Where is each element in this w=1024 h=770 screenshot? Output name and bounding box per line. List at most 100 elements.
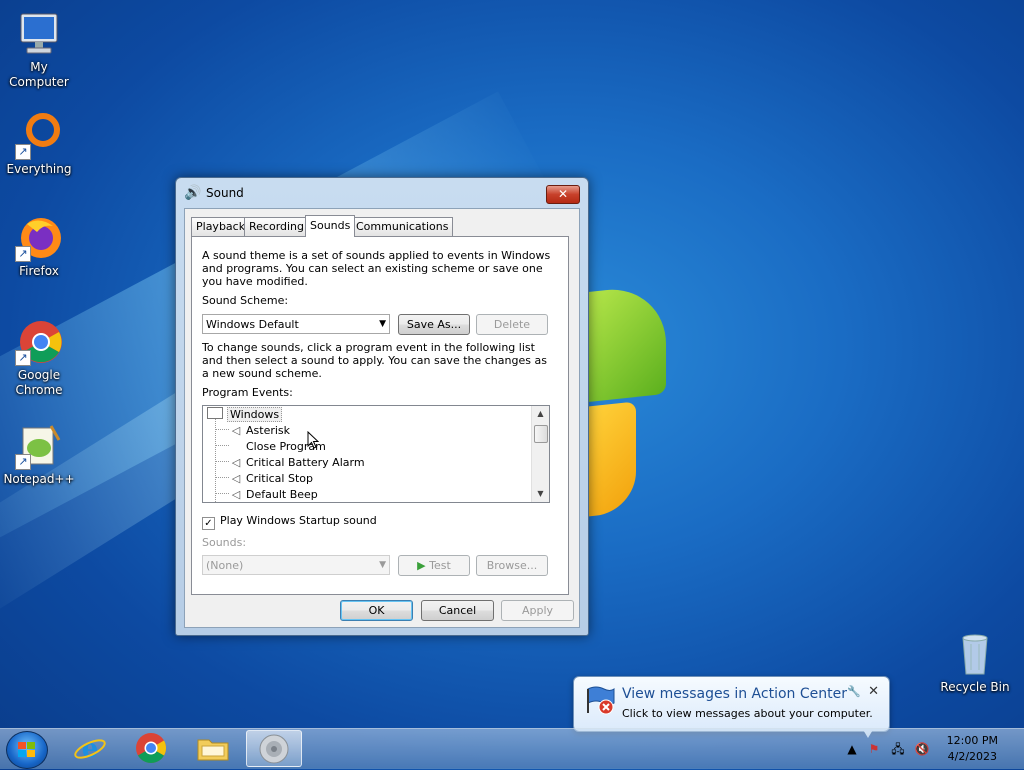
dialog-body: Playback Recording Sounds Communications… (184, 208, 580, 628)
volume-muted-icon[interactable]: 🔇 (914, 741, 930, 757)
sound-scheme-label: Sound Scheme: (202, 294, 289, 307)
save-as-button[interactable]: Save As... (398, 314, 470, 335)
notepad-plus-plus-icon: ↗ (15, 422, 63, 470)
ok-button[interactable]: OK (340, 600, 413, 621)
desktop-icon-label: Google Chrome (15, 368, 63, 397)
startup-sound-checkbox[interactable]: ✓ Play Windows Startup sound (202, 514, 377, 530)
taskbar-google-chrome[interactable] (123, 730, 179, 767)
desktop-icon-label: Firefox (19, 264, 59, 278)
program-events-list[interactable]: Windows ◁ Asterisk Close Program ◁ Critica… (202, 405, 550, 503)
event-item-label: Asterisk (246, 424, 291, 437)
show-hidden-icons-arrow[interactable]: ▲ (844, 741, 860, 757)
cancel-button[interactable]: Cancel (421, 600, 494, 621)
dropdown-arrow-icon: ▼ (379, 560, 386, 570)
folder-icon (197, 739, 229, 761)
start-button[interactable] (6, 731, 48, 769)
speaker-icon: 🔊 (184, 185, 202, 201)
scroll-down-arrow-icon[interactable]: ▼ (532, 486, 549, 502)
recycle-bin-icon (951, 630, 999, 678)
checkmark-icon: ✓ (202, 517, 215, 530)
desktop-icon-recycle-bin[interactable]: Recycle Bin (936, 630, 1014, 695)
wallpaper-logo-green (586, 283, 666, 403)
tab-sounds[interactable]: Sounds (305, 215, 356, 237)
event-item-label: Default Beep (246, 488, 318, 501)
tab-communications[interactable]: Communications (351, 217, 454, 236)
taskbar-sound[interactable] (246, 730, 302, 767)
windows-logo-icon (18, 742, 36, 758)
speaker-icon: ◁ (231, 424, 241, 437)
scroll-up-arrow-icon[interactable]: ▲ (532, 406, 549, 422)
clock[interactable]: 12:00 PM 4/2/2023 (947, 733, 998, 765)
desktop-icon-label: Notepad++ (3, 472, 75, 486)
firefox-icon: ↗ (15, 214, 63, 262)
action-center-flag-icon (584, 685, 616, 715)
sounds-label: Sounds: (202, 536, 247, 549)
clock-time: 12:00 PM (946, 734, 998, 747)
dropdown-arrow-icon: ▼ (379, 319, 386, 329)
clock-date: 4/2/2023 (947, 750, 998, 763)
sounds-tab-panel: A sound theme is a set of sounds applied… (191, 236, 569, 595)
sounds-value: (None) (206, 559, 244, 572)
desktop-icon-my-computer[interactable]: My Computer (0, 10, 78, 90)
event-group-label: Windows (227, 407, 283, 422)
desktop-icon-label: Everything (6, 162, 72, 176)
change-sounds-text: To change sounds, click a program event … (202, 341, 547, 380)
taskbar-internet-explorer[interactable]: e (62, 730, 118, 767)
desktop-icon-label: My Computer (9, 60, 69, 89)
sound-scheme-select[interactable]: Windows Default ▼ (202, 314, 390, 334)
taskbar: e ▲ ⚑ 🖧 🔇 12:00 PM 4/2/2023 (0, 728, 1024, 769)
notification-close-icon[interactable]: ✕ (868, 684, 879, 699)
speaker-icon: ◁ (231, 456, 241, 469)
everything-search-icon: ↗ (15, 112, 63, 160)
title-bar[interactable]: 🔊 Sound ✕ (176, 178, 588, 208)
shortcut-arrow-icon: ↗ (15, 144, 31, 160)
action-center-flag-icon[interactable]: ⚑ (866, 741, 882, 757)
wrench-icon[interactable]: 🔧 (847, 685, 861, 698)
svg-text:e: e (82, 734, 99, 764)
apply-button[interactable]: Apply (501, 600, 574, 621)
event-item-label: Critical Stop (246, 472, 313, 485)
desktop-icon-notepad-plus-plus[interactable]: ↗ Notepad++ (0, 422, 78, 487)
speaker-icon (259, 734, 289, 764)
sounds-select[interactable]: (None) ▼ (202, 555, 390, 575)
sound-scheme-value: Windows Default (206, 318, 299, 331)
desktop-icon-google-chrome[interactable]: ↗ Google Chrome (0, 318, 78, 398)
event-item-label: Critical Battery Alarm (246, 456, 365, 469)
action-center-notification[interactable]: View messages in Action Center Click to … (573, 676, 890, 732)
delete-button[interactable]: Delete (476, 314, 548, 335)
sound-dialog: 🔊 Sound ✕ Playback Recording Sounds Comm… (175, 177, 589, 636)
play-icon: ▶ (417, 559, 426, 572)
close-button[interactable]: ✕ (546, 185, 580, 204)
browse-button[interactable]: Browse... (476, 555, 548, 576)
event-group-windows[interactable]: Windows (207, 407, 283, 423)
shortcut-arrow-icon: ↗ (15, 350, 31, 366)
scrollbar-thumb[interactable] (534, 425, 548, 443)
desktop-icon-firefox[interactable]: ↗ Firefox (0, 214, 78, 279)
intro-text: A sound theme is a set of sounds applied… (202, 249, 551, 288)
events-scrollbar[interactable]: ▲ ▼ (531, 406, 549, 502)
computer-icon (15, 10, 63, 58)
network-icon[interactable]: 🖧 (890, 741, 906, 757)
speaker-icon: ◁ (231, 472, 241, 485)
notification-text: Click to view messages about your comput… (622, 707, 873, 720)
notification-title: View messages in Action Center (622, 686, 847, 702)
tab-recording[interactable]: Recording (244, 217, 310, 236)
shortcut-arrow-icon: ↗ (15, 246, 31, 262)
desktop-icon-label: Recycle Bin (940, 680, 1010, 694)
dialog-title: Sound (206, 186, 244, 200)
speaker-icon: ◁ (231, 488, 241, 501)
event-item-default-beep[interactable]: ◁ Default Beep (203, 487, 318, 502)
chrome-icon (136, 733, 167, 764)
program-events-label: Program Events: (202, 386, 293, 399)
chrome-icon: ↗ (15, 318, 63, 366)
taskbar-file-explorer[interactable] (185, 730, 241, 767)
desktop-icon-everything[interactable]: ↗ Everything (0, 112, 78, 177)
mouse-cursor-icon (307, 431, 319, 449)
internet-explorer-icon: e (74, 734, 106, 764)
event-item-critical-battery-alarm[interactable]: ◁ Critical Battery Alarm (203, 455, 365, 471)
event-item-asterisk[interactable]: ◁ Asterisk (203, 423, 290, 439)
tab-playback[interactable]: Playback (191, 217, 251, 236)
test-button[interactable]: ▶ Test (398, 555, 470, 576)
event-item-critical-stop[interactable]: ◁ Critical Stop (203, 471, 313, 487)
shortcut-arrow-icon: ↗ (15, 454, 31, 470)
